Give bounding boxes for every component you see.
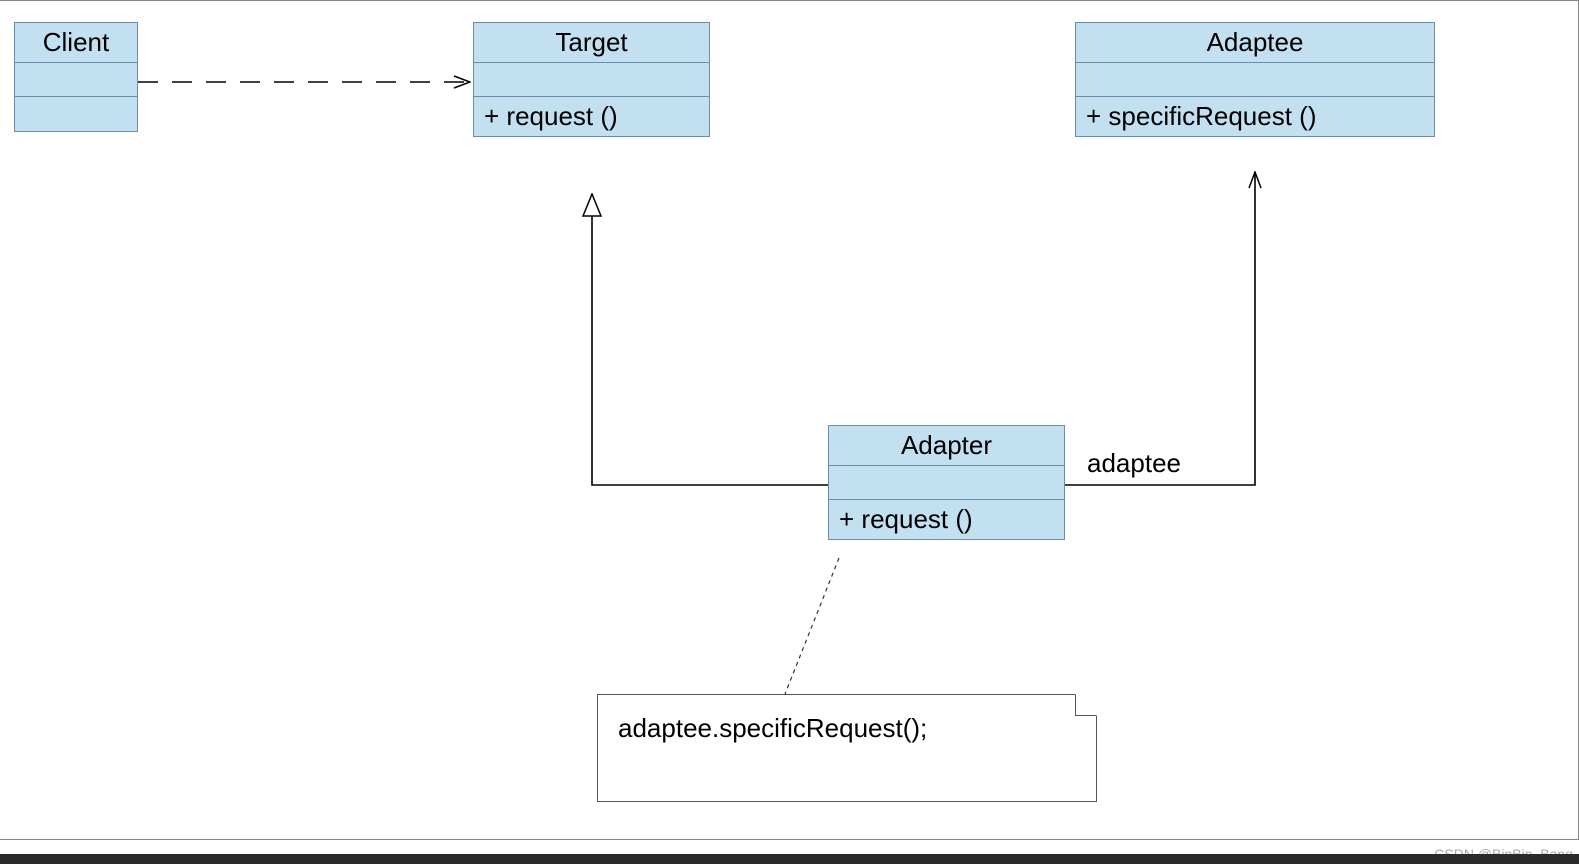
class-target-attrs [474, 63, 709, 97]
note-text: adaptee.specificRequest(); [618, 713, 927, 743]
class-client-name: Client [15, 23, 137, 63]
class-client-attrs [15, 63, 137, 97]
class-target-name: Target [474, 23, 709, 63]
note: adaptee.specificRequest(); [597, 694, 1097, 802]
class-adaptee-ops: + specificRequest () [1076, 97, 1434, 136]
class-target-ops: + request () [474, 97, 709, 136]
association-label-adaptee: adaptee [1087, 448, 1181, 479]
class-adaptee-attrs [1076, 63, 1434, 97]
class-adapter: Adapter + request () [828, 425, 1065, 540]
class-client-ops [15, 97, 137, 131]
bottom-bar [0, 854, 1579, 864]
class-adapter-name: Adapter [829, 426, 1064, 466]
class-client: Client [14, 22, 138, 132]
class-adapter-attrs [829, 466, 1064, 500]
note-fold-icon [1075, 694, 1097, 716]
class-adaptee-name: Adaptee [1076, 23, 1434, 63]
class-target: Target + request () [473, 22, 710, 137]
class-adaptee: Adaptee + specificRequest () [1075, 22, 1435, 137]
class-adapter-ops: + request () [829, 500, 1064, 539]
